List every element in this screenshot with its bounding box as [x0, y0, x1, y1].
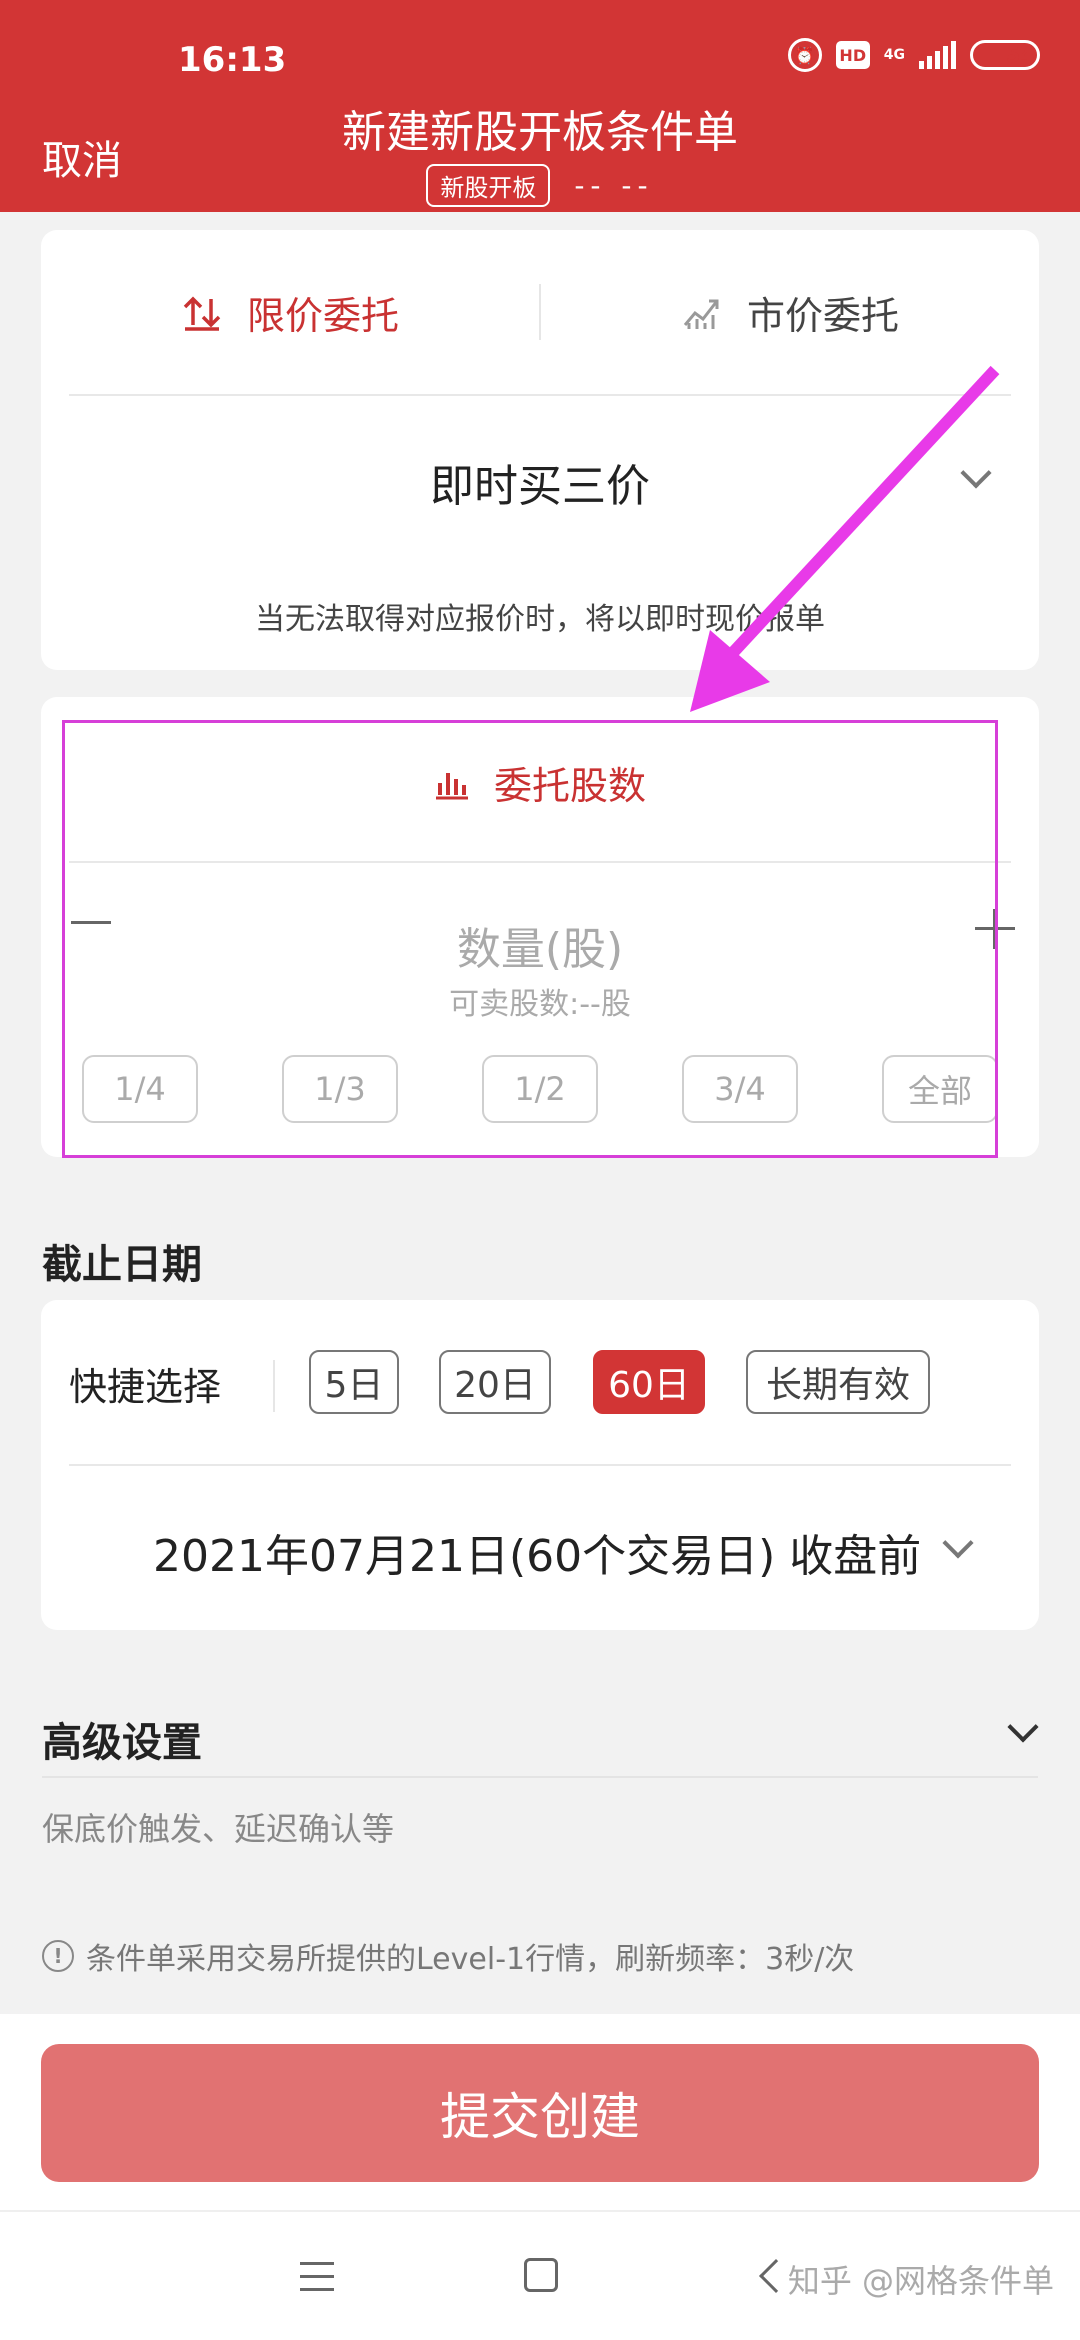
quantity-input[interactable]: 数量(股): [41, 913, 1039, 977]
tab-limit-order[interactable]: 限价委托: [41, 230, 539, 394]
header-subtitle: 新股开板 -- --: [0, 164, 1080, 207]
home-icon[interactable]: [524, 2258, 558, 2292]
tab-limit-order-label: 限价委托: [246, 293, 399, 338]
hd-icon: HD: [835, 41, 870, 69]
fraction-third-button[interactable]: 1/3: [282, 1055, 398, 1123]
alarm-icon: ⏰: [787, 38, 822, 72]
strategy-tag: 新股开板: [426, 164, 551, 207]
deadline-section-title: 截止日期: [42, 1242, 202, 1288]
tab-market-order-label: 市价委托: [746, 293, 899, 338]
deadline-card: 快捷选择 5日 20日 60日 长期有效 2021年07月21日(60个交易日)…: [41, 1300, 1039, 1630]
bar-chart-icon: [435, 772, 468, 799]
submit-button[interactable]: 提交创建: [41, 2044, 1039, 2182]
battery-level: 54: [1006, 43, 1035, 67]
fraction-three-quarters-button[interactable]: 3/4: [682, 1055, 798, 1123]
status-bar-icons: ⏰ HD 4G 54: [787, 38, 1040, 72]
divider: [69, 861, 1011, 863]
info-icon: !: [42, 1940, 74, 1972]
quick-select-label: 快捷选择: [69, 1365, 222, 1409]
status-time: 16:13: [178, 40, 287, 80]
divider: [42, 1776, 1038, 1778]
order-type-tabs: 限价委托 市价委托: [41, 230, 1039, 394]
quantity-title-label: 委托股数: [493, 764, 646, 808]
battery-icon: 54: [970, 40, 1040, 70]
available-shares: 可卖股数:--股: [449, 987, 631, 1022]
advanced-settings-title[interactable]: 高级设置: [42, 1710, 202, 1768]
market-order-icon: [683, 299, 719, 329]
header: 16:13 ⏰ HD 4G 54 取消 新建新股开板条件单 新股开板 -- --: [0, 0, 1080, 212]
watermark: 知乎 @网格条件单: [787, 2262, 1054, 2300]
divider: [69, 1464, 1011, 1466]
menu-icon[interactable]: [300, 2262, 334, 2301]
fraction-quarter-button[interactable]: 1/4: [82, 1055, 198, 1123]
deadline-date-select[interactable]: 2021年07月21日(60个交易日) 收盘前: [153, 1520, 921, 1584]
price-placeholder: -- --: [574, 169, 654, 202]
chip-long-term[interactable]: 长期有效: [746, 1350, 930, 1414]
quantity-card: 委托股数 数量(股) 可卖股数:--股 1/4 1/3 1/2 3/4 全部: [41, 697, 1039, 1157]
fraction-buttons: 1/4 1/3 1/2 3/4 全部: [82, 1055, 998, 1123]
quantity-title: 委托股数: [41, 755, 1039, 810]
signal-icon: [919, 41, 956, 69]
tab-market-order[interactable]: 市价委托: [541, 230, 1039, 394]
divider: [69, 394, 1011, 396]
chevron-down-icon[interactable]: [1007, 1711, 1039, 1743]
fraction-half-button[interactable]: 1/2: [482, 1055, 598, 1123]
limit-order-icon: [183, 296, 221, 331]
price-mode-select[interactable]: 即时买三价: [41, 450, 1039, 514]
network-type: 4G: [883, 47, 905, 63]
page-title: 新建新股开板条件单: [342, 107, 738, 158]
price-hint: 当无法取得对应报价时，将以即时现价报单: [255, 602, 825, 637]
fraction-all-button[interactable]: 全部: [882, 1055, 998, 1123]
chip-5-days[interactable]: 5日: [309, 1350, 399, 1414]
increase-quantity-button[interactable]: [975, 909, 1015, 949]
chip-60-days[interactable]: 60日: [593, 1350, 705, 1414]
order-type-card: 限价委托 市价委托 即时买三价 当无法取得对应报价时，将以即时现价报单: [41, 230, 1039, 670]
chevron-down-icon[interactable]: [942, 1527, 974, 1559]
advanced-settings-description: 保底价触发、延迟确认等: [42, 1810, 395, 1848]
chip-20-days[interactable]: 20日: [439, 1350, 551, 1414]
data-source-note: ! 条件单采用交易所提供的Level-1行情，刷新频率：3秒/次: [42, 1934, 854, 1978]
note-text: 条件单采用交易所提供的Level-1行情，刷新频率：3秒/次: [86, 1942, 855, 1977]
quick-divider: [273, 1360, 275, 1412]
bottom-action-bar: 提交创建: [0, 2014, 1080, 2210]
